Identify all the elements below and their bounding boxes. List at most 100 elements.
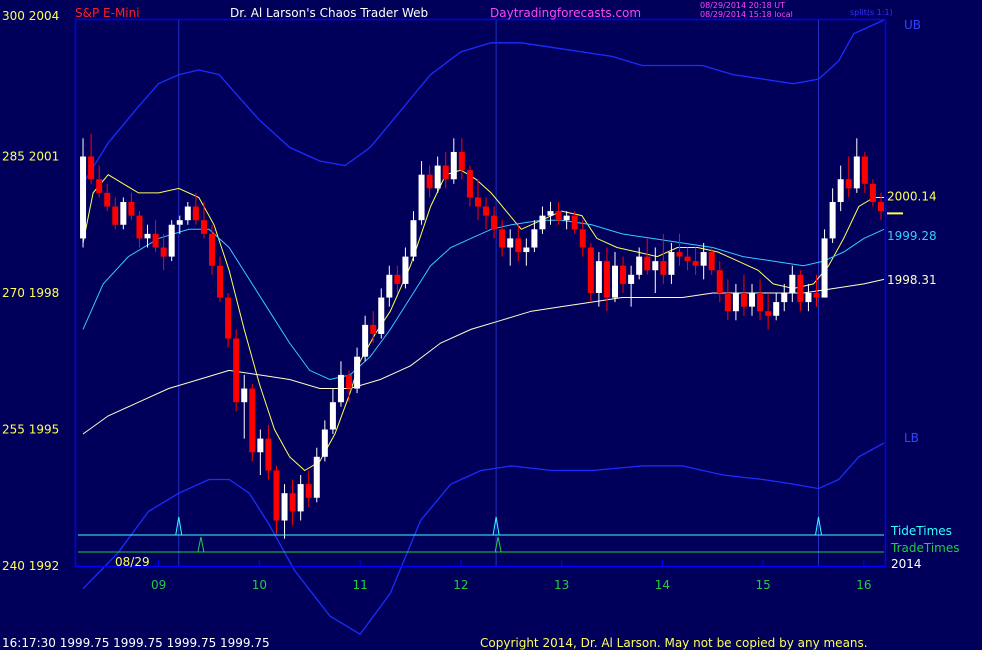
candle-body — [160, 247, 167, 257]
candle-body — [732, 293, 739, 312]
candle-body — [515, 238, 522, 253]
candle-body — [692, 261, 699, 266]
candle-body — [257, 438, 264, 453]
candle-body — [362, 324, 369, 357]
candle-body — [329, 402, 336, 430]
chart-title: Dr. Al Larson's Chaos Trader Web — [230, 6, 428, 20]
candle-body — [176, 220, 183, 225]
candle-body — [797, 274, 804, 303]
x-tick-label: 11 — [352, 578, 367, 592]
x-tick-label: 09 — [151, 578, 166, 592]
candle-body — [628, 274, 635, 284]
candle-body — [611, 265, 618, 298]
candle-body — [555, 211, 562, 221]
candle-body — [321, 429, 328, 457]
candle-body — [313, 456, 320, 498]
candle-body — [354, 356, 361, 389]
ma-value-label: 1999.28 — [887, 229, 937, 243]
candle-body — [507, 238, 514, 248]
candle-body — [474, 197, 481, 207]
y-tick-label: 300 2004 — [2, 9, 59, 23]
candle-body — [563, 215, 570, 221]
candle-body — [853, 156, 860, 189]
candle-body — [869, 183, 876, 202]
candle-body — [652, 261, 659, 271]
candle-body — [499, 229, 506, 248]
split-note: split(s 1:1) — [850, 8, 893, 17]
candle-body — [241, 388, 248, 403]
quote-line: 16:17:30 1999.75 1999.75 1999.75 1999.75 — [2, 636, 270, 650]
candle-body — [168, 224, 175, 257]
candle-body — [579, 229, 586, 248]
candle-body — [434, 165, 441, 189]
candle-body — [684, 256, 691, 262]
candle-body — [676, 252, 683, 257]
candle-body — [660, 261, 667, 275]
date-label: 08/29 — [115, 555, 150, 569]
x-tick-label: 16 — [856, 578, 871, 592]
candle-body — [781, 293, 788, 303]
candle-body — [233, 338, 240, 403]
tide-times-label: TideTimes — [890, 524, 952, 538]
ma-value-label: 1998.31 — [887, 273, 937, 287]
candle-body — [297, 484, 304, 512]
ma-value-label: 2000.14 — [887, 190, 937, 204]
candle-body — [668, 252, 675, 275]
candle-body — [805, 293, 812, 303]
candle-body — [136, 215, 143, 239]
candle-body — [587, 247, 594, 293]
copyright: Copyright 2014, Dr. Al Larson. May not b… — [480, 636, 868, 650]
candle-body — [378, 297, 385, 334]
candle-body — [708, 252, 715, 271]
upper-band-label: UB — [904, 18, 921, 32]
candle-body — [410, 220, 417, 257]
candle-body — [765, 311, 772, 316]
candle-body — [813, 293, 820, 298]
candle-body — [740, 293, 747, 307]
x-tick-label: 13 — [554, 578, 569, 592]
candle-body — [200, 220, 207, 234]
candle-body — [394, 274, 401, 284]
candle-body — [636, 256, 643, 275]
y-tick-label: 255 1995 — [2, 423, 59, 437]
candle-body — [749, 293, 756, 307]
candle-body — [426, 174, 433, 189]
candle-body — [225, 297, 232, 339]
site-link[interactable]: Daytradingforecasts.com — [490, 6, 641, 20]
candle-body — [450, 151, 457, 180]
candle-body — [112, 206, 119, 225]
candle-body — [458, 151, 465, 171]
candle-body — [603, 261, 610, 298]
candle-body — [877, 202, 884, 212]
candle-body — [208, 233, 215, 266]
year-label: 2014 — [891, 557, 922, 571]
candle-body — [265, 438, 272, 471]
candle-body — [845, 179, 852, 189]
y-tick-label: 240 1992 — [2, 559, 59, 573]
candle-body — [644, 256, 651, 271]
candle-body — [861, 156, 868, 184]
y-tick-label: 285 2001 — [2, 150, 59, 164]
candle-body — [595, 261, 602, 293]
candle-body — [337, 374, 344, 403]
candle-body — [402, 256, 409, 284]
candle-body — [571, 215, 578, 230]
candle-body — [96, 179, 103, 193]
candle-body — [531, 229, 538, 248]
candle-body — [418, 174, 425, 221]
candle-body — [757, 293, 764, 312]
chaos-trader-chart: TideTimes TradeTimes 300 2004 285 2001 270 … — [0, 0, 982, 650]
candle-body — [80, 156, 87, 239]
candle-body — [620, 265, 627, 284]
candle-body — [483, 206, 490, 216]
x-tick-label: 12 — [453, 578, 468, 592]
candle-body — [104, 192, 111, 207]
x-tick-label: 14 — [655, 578, 670, 592]
candle-body — [144, 233, 151, 239]
candle-body — [829, 202, 836, 239]
symbol-label: S&P E-Mini — [75, 6, 140, 20]
candle-body — [491, 215, 498, 230]
candle-body — [539, 215, 546, 230]
candle-body — [370, 324, 377, 334]
candle-body — [547, 211, 554, 216]
